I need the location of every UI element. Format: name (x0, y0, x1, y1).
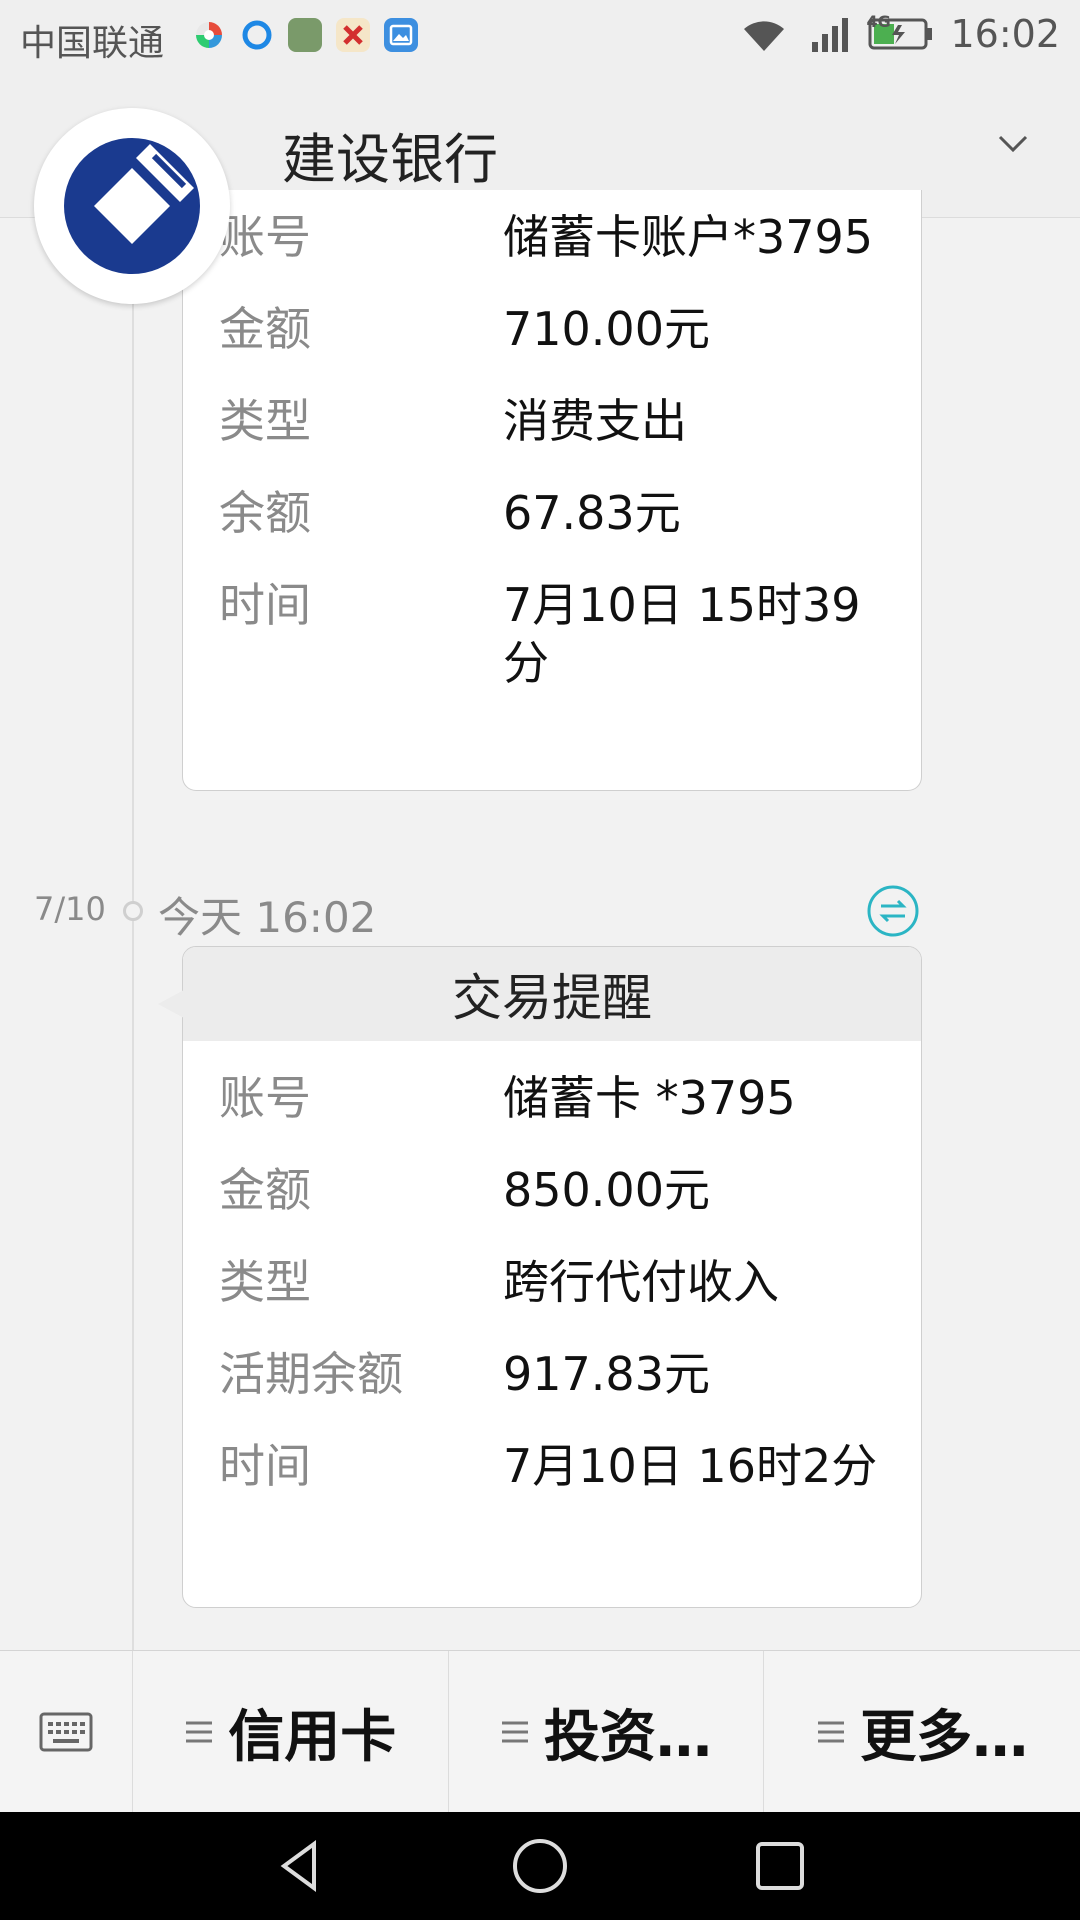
menu-lines-icon (818, 1721, 845, 1743)
recents-icon[interactable] (750, 1836, 810, 1896)
menu-item-more[interactable]: 更多… (764, 1651, 1080, 1813)
page-title: 建设银行 (282, 128, 498, 191)
timeline-line (132, 218, 134, 1650)
ccb-logo-icon (64, 138, 200, 274)
detail-row: 活期余额 917.83元 (219, 1345, 921, 1403)
detail-label: 账号 (219, 1071, 311, 1125)
menu-item-label: 信用卡 (228, 1704, 397, 1770)
detail-value: 消费支出 (503, 394, 687, 448)
detail-row: 余额 67.83元 (219, 484, 883, 542)
message-card[interactable]: 账号 储蓄卡账户*3795 金额 710.00元 类型 消费支出 余额 67.8… (182, 190, 922, 791)
home-icon[interactable] (510, 1836, 570, 1896)
detail-row: 账号 储蓄卡 *3795 (219, 1069, 921, 1127)
detail-label: 余额 (219, 486, 311, 540)
message-time: 今天 16:02 (158, 893, 377, 942)
message-card[interactable]: 交易提醒 账号 储蓄卡 *3795 金额 850.00元 类型 跨行代付收入 活… (182, 946, 922, 1608)
detail-label: 类型 (219, 394, 311, 448)
menu-item-label: 投资… (543, 1704, 712, 1770)
notification-icons (192, 18, 418, 52)
detail-row: 金额 710.00元 (219, 300, 883, 358)
keyboard-toggle[interactable] (0, 1651, 133, 1813)
navigation-bar (0, 1812, 1080, 1920)
detail-label: 时间 (219, 578, 311, 632)
detail-label: 金额 (219, 302, 311, 356)
carrier-name: 中国联通 (20, 23, 165, 64)
status-bar: 中国联通 4G 16:02 (0, 0, 1080, 75)
detail-value: 跨行代付收入 (503, 1255, 779, 1309)
detail-row: 类型 跨行代付收入 (219, 1253, 921, 1311)
detail-row: 账号 储蓄卡账户*3795 (219, 208, 883, 266)
detail-value: 7月10日 16时2分 (503, 1439, 878, 1493)
menu-item-credit-card[interactable]: 信用卡 (133, 1651, 449, 1813)
card-title: 交易提醒 (183, 947, 921, 1041)
detail-row: 时间 7月10日 15时39分 (219, 576, 883, 692)
keyboard-icon (39, 1712, 93, 1752)
clock: 16:02 (950, 12, 1060, 56)
detail-row: 类型 消费支出 (219, 392, 883, 450)
detail-value: 储蓄卡账户*3795 (503, 210, 874, 264)
app-icon-5 (384, 18, 418, 52)
signal-icon: 4G (804, 12, 891, 54)
timeline-dot (123, 901, 143, 921)
app-icon-3 (288, 18, 322, 52)
app-icon-2 (240, 18, 274, 52)
wifi-icon (744, 21, 785, 51)
bottom-menu: 信用卡 投资… 更多… (0, 1650, 1080, 1813)
detail-row: 时间 7月10日 16时2分 (219, 1437, 921, 1495)
detail-label: 账号 (219, 210, 311, 264)
menu-item-invest[interactable]: 投资… (449, 1651, 765, 1813)
detail-label: 类型 (219, 1255, 311, 1309)
app-icon-4 (336, 18, 370, 52)
swap-icon[interactable] (866, 884, 920, 938)
menu-item-label: 更多… (860, 1704, 1029, 1770)
chevron-down-icon[interactable] (988, 119, 1038, 169)
detail-label: 时间 (219, 1439, 311, 1493)
message-date: 7/10 (34, 890, 106, 928)
detail-value: 710.00元 (503, 302, 710, 356)
detail-value: 917.83元 (503, 1347, 710, 1401)
detail-value: 850.00元 (503, 1163, 710, 1217)
detail-value: 67.83元 (503, 486, 681, 540)
avatar[interactable] (34, 108, 230, 304)
detail-value: 7月10日 15时39分 (503, 578, 861, 690)
detail-row: 金额 850.00元 (219, 1161, 921, 1219)
detail-value: 储蓄卡 *3795 (503, 1071, 796, 1125)
menu-lines-icon (186, 1721, 213, 1743)
back-icon[interactable] (270, 1836, 330, 1896)
detail-label: 金额 (219, 1163, 311, 1217)
bubble-tail (158, 990, 184, 1018)
network-type: 4G (866, 12, 891, 31)
menu-lines-icon (501, 1721, 528, 1743)
app-icon-1 (192, 18, 226, 52)
detail-label: 活期余额 (219, 1347, 403, 1401)
